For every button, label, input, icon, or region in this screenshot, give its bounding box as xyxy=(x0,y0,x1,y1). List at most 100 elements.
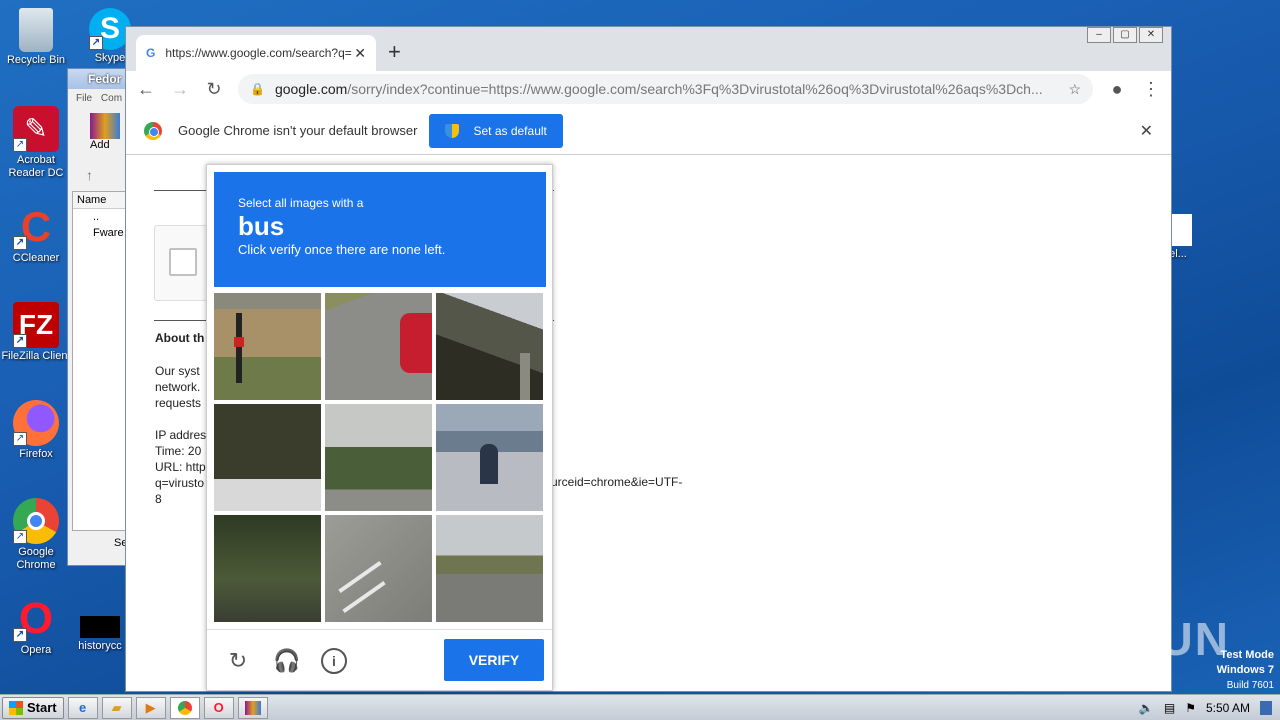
desktop-icon-firefox[interactable]: ↗ Firefox xyxy=(0,400,72,461)
shortcut-arrow-icon: ↗ xyxy=(89,36,103,50)
google-favicon-icon: G xyxy=(146,46,156,60)
profile-icon[interactable]: ● xyxy=(1107,79,1127,100)
maximize-button[interactable]: ▢ xyxy=(1113,27,1137,43)
desktop-icon-opera[interactable]: O ↗ Opera xyxy=(0,596,72,657)
challenge-tile[interactable] xyxy=(436,293,543,400)
lock-icon: 🔒 xyxy=(250,82,265,96)
challenge-tile[interactable] xyxy=(214,515,321,622)
menu-kebab-icon[interactable]: ⋮ xyxy=(1141,79,1161,100)
chrome-icon xyxy=(144,121,162,140)
url-line: 8 xyxy=(155,492,162,506)
anyrun-watermark: ANY RUN xyxy=(1007,613,1230,665)
star-icon[interactable]: ☆ xyxy=(1058,81,1081,98)
volume-icon[interactable]: 🔈 xyxy=(1139,701,1154,715)
network-icon[interactable]: ▤ xyxy=(1164,701,1175,715)
set-as-default-button[interactable]: Set as default xyxy=(429,113,563,148)
back-arrow-icon[interactable]: ← xyxy=(136,79,156,100)
desktop-icon-label: Firefox xyxy=(19,448,53,460)
url-path: /sorry/index?continue=https://www.google… xyxy=(347,81,1043,97)
para-line: requests xyxy=(155,396,202,410)
add-button[interactable]: Add xyxy=(90,139,110,151)
challenge-tile[interactable] xyxy=(325,293,432,400)
challenge-footer: ↻ 🎧 i VERIFY xyxy=(207,629,552,691)
taskbar-chrome-icon[interactable] xyxy=(169,696,200,719)
challenge-tile[interactable] xyxy=(325,515,432,622)
test-mode-notice: Test Mode Windows 7 Build 7601 xyxy=(1217,648,1274,693)
about-heading: About th xyxy=(155,331,205,345)
file-icon xyxy=(80,616,120,638)
challenge-tile[interactable] xyxy=(436,404,543,511)
start-label: Start xyxy=(27,700,57,715)
explorer-window[interactable]: Fedor File Com Add ↑ Name .. Fware Se xyxy=(67,68,127,566)
forward-arrow-icon[interactable]: → xyxy=(170,79,190,100)
challenge-tile[interactable] xyxy=(214,404,321,511)
close-infobar-icon[interactable]: ✕ xyxy=(1140,121,1153,141)
desktop-icon-acrobat[interactable]: ✎ ↗ Acrobat Reader DC xyxy=(0,106,72,180)
browser-tab[interactable]: G https://www.google.com/search?q= ✕ xyxy=(136,35,376,71)
explorer-menu: File Com xyxy=(68,89,126,107)
desktop-icon-recycle-bin[interactable]: Recycle Bin xyxy=(0,8,72,67)
tab-strip: G https://www.google.com/search?q= ✕ + –… xyxy=(126,27,1171,71)
url-line: URL: http xyxy=(155,460,206,474)
chrome-icon: ↗ xyxy=(13,498,59,544)
close-window-button[interactable]: ✕ xyxy=(1139,27,1163,43)
taskbar-opera-icon[interactable]: O xyxy=(203,696,234,719)
test-mode-line: Test Mode xyxy=(1220,649,1274,661)
taskbar-explorer-icon[interactable]: ▰ xyxy=(101,696,132,719)
desktop-icon-label: Google Chrome xyxy=(16,546,56,571)
desktop-icon-label: Opera xyxy=(20,644,52,656)
desktop-icon-label: FileZilla Client xyxy=(1,350,71,362)
new-tab-button[interactable]: + xyxy=(388,39,401,65)
reload-icon[interactable]: ↻ xyxy=(225,648,251,674)
recycle-bin-icon xyxy=(19,8,53,52)
desktop-icon-label: historycc xyxy=(78,640,122,652)
opera-icon: O ↗ xyxy=(13,596,59,642)
headphones-icon[interactable]: 🎧 xyxy=(273,648,300,674)
time-line: Time: 20 xyxy=(155,444,202,458)
clock[interactable]: 5:50 AM xyxy=(1206,701,1250,715)
up-arrow-icon[interactable]: ↑ xyxy=(68,167,126,191)
column-header-name[interactable]: Name xyxy=(73,192,125,209)
taskbar-ie-icon[interactable]: e xyxy=(67,696,98,719)
start-button[interactable]: Start xyxy=(2,696,64,719)
desktop-icon-google-chrome[interactable]: ↗ Google Chrome xyxy=(0,498,72,572)
ccleaner-icon: C ↗ xyxy=(13,204,59,250)
taskbar-media-player-icon[interactable]: ▶ xyxy=(135,696,166,719)
show-desktop-icon[interactable] xyxy=(1260,700,1272,715)
close-tab-icon[interactable]: ✕ xyxy=(354,45,366,62)
challenge-tile[interactable] xyxy=(214,293,321,400)
browser-toolbar: ← → ↻ 🔒 google.com /sorry/index?continue… xyxy=(126,71,1171,107)
default-browser-infobar: Google Chrome isn't your default browser… xyxy=(126,107,1171,155)
desktop-icon-label: Recycle Bin xyxy=(6,54,66,66)
challenge-instruction: Select all images with a xyxy=(238,196,364,210)
taskbar: Start e ▰ ▶ O 🔈 ▤ ⚑ 5:50 AM xyxy=(0,694,1280,720)
url-host: google.com xyxy=(274,81,348,97)
test-mode-line: Build 7601 xyxy=(1226,680,1274,691)
list-item[interactable]: Fware xyxy=(73,225,125,241)
challenge-tile[interactable] xyxy=(436,515,543,622)
address-bar[interactable]: 🔒 google.com /sorry/index?continue=https… xyxy=(238,74,1093,104)
desktop-icon-filezilla[interactable]: FZ ↗ FileZilla Client xyxy=(0,302,72,363)
info-icon[interactable]: i xyxy=(321,648,347,674)
minimize-button[interactable]: – xyxy=(1087,27,1111,43)
flag-notification-icon[interactable]: ⚑ xyxy=(1185,701,1196,715)
reload-icon[interactable]: ↻ xyxy=(204,79,224,100)
recaptcha-checkbox[interactable] xyxy=(169,248,197,276)
list-item[interactable]: .. xyxy=(73,209,125,225)
shortcut-arrow-icon: ↗ xyxy=(13,530,27,544)
challenge-hint: Click verify once there are none left. xyxy=(238,242,446,257)
verify-button[interactable]: VERIFY xyxy=(444,639,544,681)
shortcut-arrow-icon: ↗ xyxy=(13,628,27,642)
desktop-icon-ccleaner[interactable]: C ↗ CCleaner xyxy=(0,204,72,265)
menu-file[interactable]: File xyxy=(76,93,92,104)
menu-com[interactable]: Com xyxy=(101,93,122,104)
desktop-icon-label: Skype xyxy=(94,52,126,64)
challenge-tile[interactable] xyxy=(325,404,432,511)
challenge-target: bus xyxy=(238,211,285,241)
taskbar-winrar-icon[interactable] xyxy=(237,696,268,719)
windows-flag-icon xyxy=(9,700,23,715)
url-line: q=virusto xyxy=(155,476,205,490)
explorer-status: Se xyxy=(114,537,127,549)
desktop-icon-label: Acrobat Reader DC xyxy=(8,154,64,179)
firefox-icon: ↗ xyxy=(13,400,59,446)
